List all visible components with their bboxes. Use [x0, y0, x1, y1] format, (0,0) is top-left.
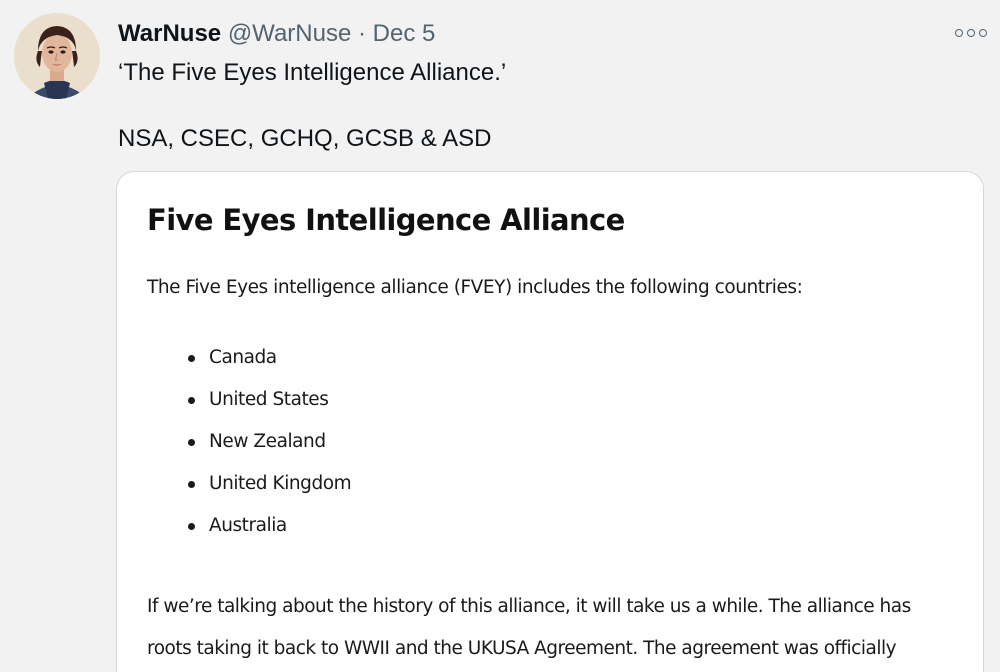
bullet-icon — [188, 397, 195, 404]
bullet-icon — [188, 523, 195, 530]
bullet-icon — [188, 439, 195, 446]
country-label: New Zealand — [209, 431, 326, 452]
tweet-header: WarNuse @WarNuse · Dec 5 — [118, 20, 435, 48]
avatar[interactable] — [14, 13, 100, 99]
bullet-icon — [188, 355, 195, 362]
card-intro: The Five Eyes intelligence alliance (FVE… — [147, 277, 803, 298]
bullet-icon — [188, 481, 195, 488]
list-item: Australia — [147, 511, 351, 553]
card-body-text: If we’re talking about the history of th… — [147, 596, 911, 659]
list-item: United Kingdom — [147, 469, 352, 511]
list-item: United States — [147, 385, 351, 427]
card-title: Five Eyes Intelligence Alliance — [147, 203, 625, 237]
tweet-text-line: ‘The Five Eyes Intelligence Alliance.’ — [118, 59, 507, 86]
country-label: United States — [209, 389, 329, 410]
embedded-article-card[interactable]: Five Eyes Intelligence Alliance The Five… — [116, 171, 984, 672]
more-dot-icon — [967, 29, 975, 37]
country-label: Australia — [209, 515, 287, 536]
more-dot-icon — [955, 29, 963, 37]
author-handle[interactable]: @WarNuse — [228, 20, 352, 47]
list-item: Canada — [147, 343, 351, 385]
tweet-date[interactable]: Dec 5 — [373, 20, 436, 47]
author-name[interactable]: WarNuse — [118, 20, 221, 47]
more-dot-icon — [979, 29, 987, 37]
more-options-icon[interactable] — [955, 24, 987, 42]
list-item: New Zealand — [147, 427, 351, 469]
header-separator: · — [357, 20, 366, 47]
avatar-portrait-image — [14, 13, 100, 99]
country-label: United Kingdom — [209, 473, 352, 494]
tweet-text-line: NSA, CSEC, GCHQ, GCSB & ASD — [118, 125, 492, 152]
country-label: Canada — [209, 347, 277, 368]
country-list: Canada United States New Zealand United … — [147, 343, 352, 553]
